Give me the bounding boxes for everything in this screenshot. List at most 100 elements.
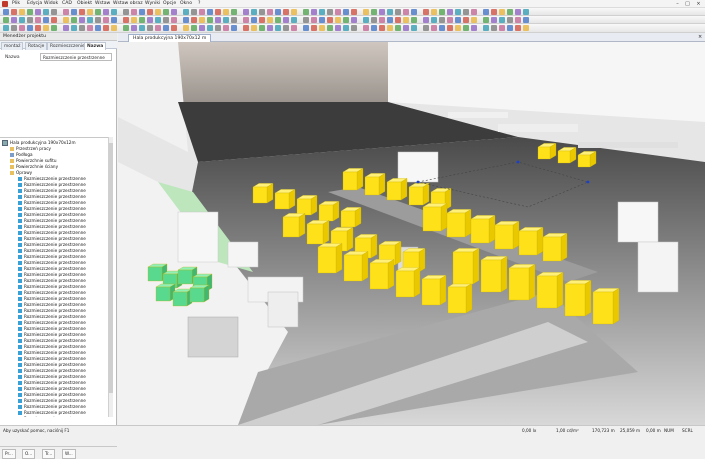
toolbar-button-icon[interactable] <box>171 9 177 15</box>
toolbar-button-icon[interactable] <box>147 17 153 23</box>
toolbar-button-icon[interactable] <box>231 17 237 23</box>
close-button[interactable]: × <box>695 1 702 7</box>
toolbar-button-icon[interactable] <box>463 17 469 23</box>
menu-insert-image[interactable]: Wstaw obraz <box>113 1 143 6</box>
toolbar-button-icon[interactable] <box>223 17 229 23</box>
toolbar-button-icon[interactable] <box>207 25 213 31</box>
toolbar-button-icon[interactable] <box>515 25 521 31</box>
toolbar-button-icon[interactable] <box>491 25 497 31</box>
toolbar-button-icon[interactable] <box>163 17 169 23</box>
toolbar-button-icon[interactable] <box>163 9 169 15</box>
toolbar-button-icon[interactable] <box>403 17 409 23</box>
toolbar-button-icon[interactable] <box>471 25 477 31</box>
toolbar-button-icon[interactable] <box>27 17 33 23</box>
toolbar-button-icon[interactable] <box>51 25 57 31</box>
toolbar-button-icon[interactable] <box>283 9 289 15</box>
toolbar-button-icon[interactable] <box>319 17 325 23</box>
toolbar-button-icon[interactable] <box>63 17 69 23</box>
toolbar-button-icon[interactable] <box>507 17 513 23</box>
toolbar-button-icon[interactable] <box>231 9 237 15</box>
toolbar-button-icon[interactable] <box>491 9 497 15</box>
toolbar-button-icon[interactable] <box>483 17 489 23</box>
bottom-tab-4[interactable]: W... <box>62 449 76 459</box>
menu-view[interactable]: Widok <box>44 1 58 6</box>
menu-file[interactable]: Plik <box>12 1 20 6</box>
close-document-icon[interactable]: × <box>698 34 702 40</box>
toolbar-button-icon[interactable] <box>147 9 153 15</box>
toolbar-button-icon[interactable] <box>363 17 369 23</box>
toolbar-button-icon[interactable] <box>63 25 69 31</box>
toolbar-button-icon[interactable] <box>199 17 205 23</box>
toolbar-button-icon[interactable] <box>223 9 229 15</box>
toolbar-button-icon[interactable] <box>455 9 461 15</box>
toolbar-button-icon[interactable] <box>243 17 249 23</box>
toolbar-button-icon[interactable] <box>395 9 401 15</box>
toolbar-button-icon[interactable] <box>19 25 25 31</box>
toolbar-button-icon[interactable] <box>379 17 385 23</box>
toolbar-button-icon[interactable] <box>123 17 129 23</box>
selection-handle[interactable] <box>586 180 590 184</box>
toolbar-button-icon[interactable] <box>199 25 205 31</box>
toolbar-button-icon[interactable] <box>71 25 77 31</box>
toolbar-button-icon[interactable] <box>439 17 445 23</box>
toolbar-button-icon[interactable] <box>171 25 177 31</box>
toolbar-button-icon[interactable] <box>251 17 257 23</box>
3d-viewport[interactable] <box>118 42 705 425</box>
toolbar-button-icon[interactable] <box>123 9 129 15</box>
toolbar-button-icon[interactable] <box>155 25 161 31</box>
selection-handle[interactable] <box>416 180 420 184</box>
toolbar-button-icon[interactable] <box>387 9 393 15</box>
toolbar-button-icon[interactable] <box>87 17 93 23</box>
toolbar-button-icon[interactable] <box>291 17 297 23</box>
toolbar-button-icon[interactable] <box>183 17 189 23</box>
toolbar-button-icon[interactable] <box>291 9 297 15</box>
toolbar-button-icon[interactable] <box>3 17 9 23</box>
bottom-tab-2[interactable]: O... <box>22 449 36 459</box>
toolbar-button-icon[interactable] <box>319 25 325 31</box>
toolbar-button-icon[interactable] <box>183 25 189 31</box>
toolbar-button-icon[interactable] <box>403 9 409 15</box>
toolbar-button-icon[interactable] <box>499 25 505 31</box>
minimize-button[interactable]: – <box>674 1 681 7</box>
toolbar-button-icon[interactable] <box>275 25 281 31</box>
toolbar-button-icon[interactable] <box>215 9 221 15</box>
toolbar-button-icon[interactable] <box>447 9 453 15</box>
toolbar-button-icon[interactable] <box>327 9 333 15</box>
toolbar-button-icon[interactable] <box>111 25 117 31</box>
toolbar-button-icon[interactable] <box>311 9 317 15</box>
toolbar-button-icon[interactable] <box>463 9 469 15</box>
toolbar-button-icon[interactable] <box>379 25 385 31</box>
toolbar-button-icon[interactable] <box>343 17 349 23</box>
tab-montaz[interactable]: montaż <box>1 42 24 50</box>
toolbar-button-icon[interactable] <box>155 9 161 15</box>
menu-results[interactable]: Wyniki <box>145 1 160 6</box>
toolbar-button-icon[interactable] <box>163 25 169 31</box>
toolbar-button-icon[interactable] <box>243 25 249 31</box>
toolbar-button-icon[interactable] <box>423 25 429 31</box>
toolbar-button-icon[interactable] <box>243 9 249 15</box>
toolbar-button-icon[interactable] <box>231 25 237 31</box>
menu-edit[interactable]: Edycja <box>27 1 42 6</box>
toolbar-button-icon[interactable] <box>3 9 9 15</box>
toolbar-button-icon[interactable] <box>251 9 257 15</box>
toolbar-button-icon[interactable] <box>515 17 521 23</box>
toolbar-button-icon[interactable] <box>223 25 229 31</box>
toolbar-button-icon[interactable] <box>207 17 213 23</box>
tab-rotacje[interactable]: Rotacje <box>25 42 48 50</box>
toolbar-button-icon[interactable] <box>103 17 109 23</box>
toolbar-button-icon[interactable] <box>79 25 85 31</box>
maximize-button[interactable]: □ <box>684 1 691 7</box>
toolbar-button-icon[interactable] <box>131 17 137 23</box>
toolbar-button-icon[interactable] <box>95 17 101 23</box>
toolbar-button-icon[interactable] <box>35 9 41 15</box>
toolbar-button-icon[interactable] <box>395 25 401 31</box>
toolbar-button-icon[interactable] <box>43 9 49 15</box>
toolbar-button-icon[interactable] <box>499 9 505 15</box>
toolbar-button-icon[interactable] <box>155 17 161 23</box>
menu-window[interactable]: Okno <box>180 1 192 6</box>
toolbar-button-icon[interactable] <box>171 17 177 23</box>
toolbar-button-icon[interactable] <box>95 9 101 15</box>
toolbar-button-icon[interactable] <box>259 17 265 23</box>
toolbar-button-icon[interactable] <box>215 25 221 31</box>
toolbar-button-icon[interactable] <box>79 9 85 15</box>
